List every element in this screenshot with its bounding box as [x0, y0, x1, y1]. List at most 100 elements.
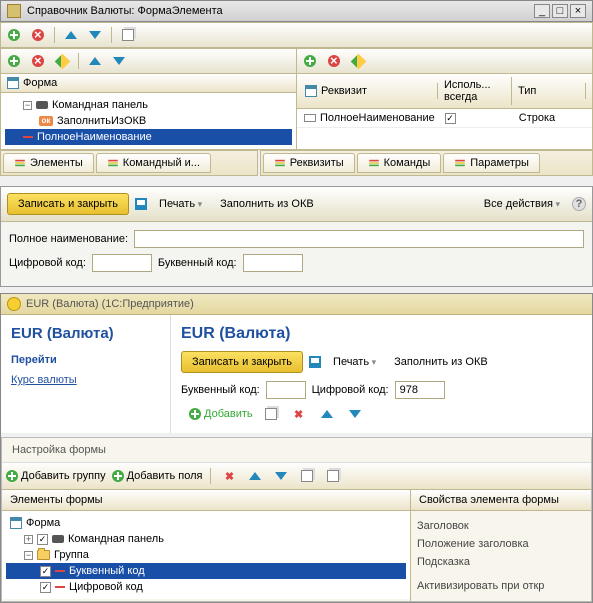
prop-caption-pos[interactable]: Положение заголовка — [417, 535, 585, 553]
tab-params[interactable]: Параметры — [443, 153, 540, 173]
props-btn[interactable] — [118, 26, 138, 44]
fullname-label: Полное наименование: — [9, 233, 128, 245]
win2-save-icon[interactable] — [309, 356, 321, 368]
fs-del[interactable]: ✖ — [219, 467, 239, 485]
nav-panel: EUR (Валюта) Перейти Курс валюты — [1, 315, 171, 433]
win2-titlebar: EUR (Валюта) (1С:Предприятие) — [1, 294, 592, 315]
col-type: Тип — [516, 83, 586, 99]
prop-tooltip[interactable]: Подсказка — [417, 553, 585, 571]
tab-cmdint[interactable]: Командный и... — [96, 153, 211, 173]
save-close-btn[interactable]: Записать и закрыть — [7, 193, 129, 215]
win2-heading: EUR (Валюта) — [181, 325, 582, 343]
add-group-btn[interactable]: Добавить группу — [6, 470, 106, 482]
form-icon — [7, 77, 19, 89]
tree-up-btn[interactable] — [85, 52, 105, 70]
fs-right-header: Свойства элемента формы — [411, 490, 591, 511]
runtime-window: EUR (Валюта) (1С:Предприятие) EUR (Валют… — [0, 293, 593, 603]
nav-go-link[interactable]: Перейти — [11, 352, 160, 368]
tree-down-btn[interactable] — [109, 52, 129, 70]
nav-rate-link[interactable]: Курс валюты — [11, 372, 160, 388]
col-req: Реквизит — [321, 85, 367, 97]
prop-caption[interactable]: Заголовок — [417, 517, 585, 535]
down-btn[interactable] — [85, 26, 105, 44]
tree-row-fullname[interactable]: ПолноеНаименование — [5, 129, 292, 145]
app-icon — [7, 4, 21, 18]
del-btn2[interactable]: ✖ — [289, 405, 309, 423]
grid-row[interactable]: ПолноеНаименование ✓ Строка — [297, 109, 592, 128]
fs-down[interactable] — [271, 467, 291, 485]
win2-num-input[interactable] — [395, 381, 445, 399]
win2-save-close[interactable]: Записать и закрыть — [181, 351, 303, 373]
numcode-input[interactable] — [92, 254, 152, 272]
tree-panel: Форма − Командная панель ок ЗаполнитьИзО… — [1, 49, 297, 149]
main-toolbar — [0, 22, 593, 48]
add-btn[interactable] — [4, 26, 24, 44]
tree-add-btn[interactable] — [4, 52, 24, 70]
prop-activate[interactable]: Активизировать при откр — [417, 577, 585, 595]
nav-title: EUR (Валюта) — [11, 325, 160, 342]
win2-letter-input[interactable] — [266, 381, 306, 399]
checkbox[interactable]: ✓ — [445, 113, 456, 124]
tab-attributes[interactable]: Реквизиты — [263, 153, 355, 173]
tab-commands[interactable]: Команды — [357, 153, 442, 173]
fs-row-letter[interactable]: ✓Буквенный код — [6, 563, 406, 579]
up-btn2[interactable] — [317, 405, 337, 423]
folder-icon — [37, 550, 50, 560]
win2-letter-label: Буквенный код: — [181, 384, 260, 396]
fs-props: Заголовок Положение заголовка Подсказка … — [417, 517, 585, 595]
add-fields-btn[interactable]: Добавить поля — [112, 470, 203, 482]
grid-edit-btn[interactable] — [348, 52, 368, 70]
win2-main: EUR (Валюта) Записать и закрыть Печать З… — [171, 315, 592, 433]
up-btn[interactable] — [61, 26, 81, 44]
minimize-btn[interactable]: _ — [534, 4, 550, 18]
tree-row-panel[interactable]: − Командная панель — [5, 97, 292, 113]
tree-row-fill[interactable]: ок ЗаполнитьИзОКВ — [5, 113, 292, 129]
fs-row-form[interactable]: Форма — [6, 515, 406, 531]
delete-btn[interactable] — [28, 26, 48, 44]
tree-label: ЗаполнитьИзОКВ — [57, 115, 146, 127]
all-actions-btn[interactable]: Все действия — [478, 195, 566, 213]
fs-up[interactable] — [245, 467, 265, 485]
element-tree[interactable]: − Командная панель ок ЗаполнитьИзОКВ Пол… — [1, 93, 296, 149]
win2-num-label: Цифровой код: — [312, 384, 389, 396]
fs-row-group[interactable]: −Группа — [6, 547, 406, 563]
form-settings: Настройка формы Добавить группу Добавить… — [1, 437, 592, 602]
cell-type: Строка — [515, 112, 589, 124]
win2-title-text: EUR (Валюта) (1С:Предприятие) — [26, 298, 194, 310]
lettercode-label: Буквенный код: — [158, 257, 237, 269]
grid-panel: Реквизит Исполь... всегда Тип ПолноеНаим… — [297, 49, 592, 149]
fs-paste[interactable] — [323, 467, 343, 485]
ok-icon: ок — [39, 116, 53, 126]
delete-icon — [32, 29, 44, 41]
fullname-input[interactable] — [134, 230, 584, 248]
fs-title: Настройка формы — [2, 438, 591, 463]
add-btn2[interactable]: Добавить — [189, 408, 253, 420]
form-preview: Записать и закрыть Печать Заполнить из О… — [0, 186, 593, 287]
down-btn2[interactable] — [345, 405, 365, 423]
win2-print[interactable]: Печать — [327, 353, 382, 371]
fs-row-num[interactable]: ✓Цифровой код — [6, 579, 406, 595]
tree-edit-btn[interactable] — [52, 52, 72, 70]
numcode-label: Цифровой код: — [9, 257, 86, 269]
fs-row-panel[interactable]: +✓Командная панель — [6, 531, 406, 547]
print-btn[interactable]: Печать — [153, 195, 208, 213]
lettercode-input[interactable] — [243, 254, 303, 272]
grid-add-btn[interactable] — [300, 52, 320, 70]
win2-fill[interactable]: Заполнить из ОКВ — [388, 353, 494, 371]
grid-del-btn[interactable] — [324, 52, 344, 70]
title-text: Справочник Валюты: ФормаЭлемента — [27, 5, 223, 17]
fill-btn[interactable]: Заполнить из ОКВ — [214, 195, 320, 213]
copy-btn2[interactable] — [261, 405, 281, 423]
close-btn[interactable]: × — [570, 4, 586, 18]
fs-copy[interactable] — [297, 467, 317, 485]
arrow-up-icon — [65, 31, 77, 39]
expand-btn[interactable]: − — [23, 101, 32, 110]
fs-left-header: Элементы формы — [2, 490, 410, 511]
props-icon — [122, 29, 134, 41]
tab-elements[interactable]: Элементы — [3, 153, 94, 173]
fs-tree[interactable]: Форма +✓Командная панель −Группа ✓Буквен… — [2, 511, 410, 599]
maximize-btn[interactable]: □ — [552, 4, 568, 18]
tree-del-btn[interactable] — [28, 52, 48, 70]
save-icon[interactable] — [135, 198, 147, 210]
help-icon[interactable]: ? — [572, 197, 586, 211]
